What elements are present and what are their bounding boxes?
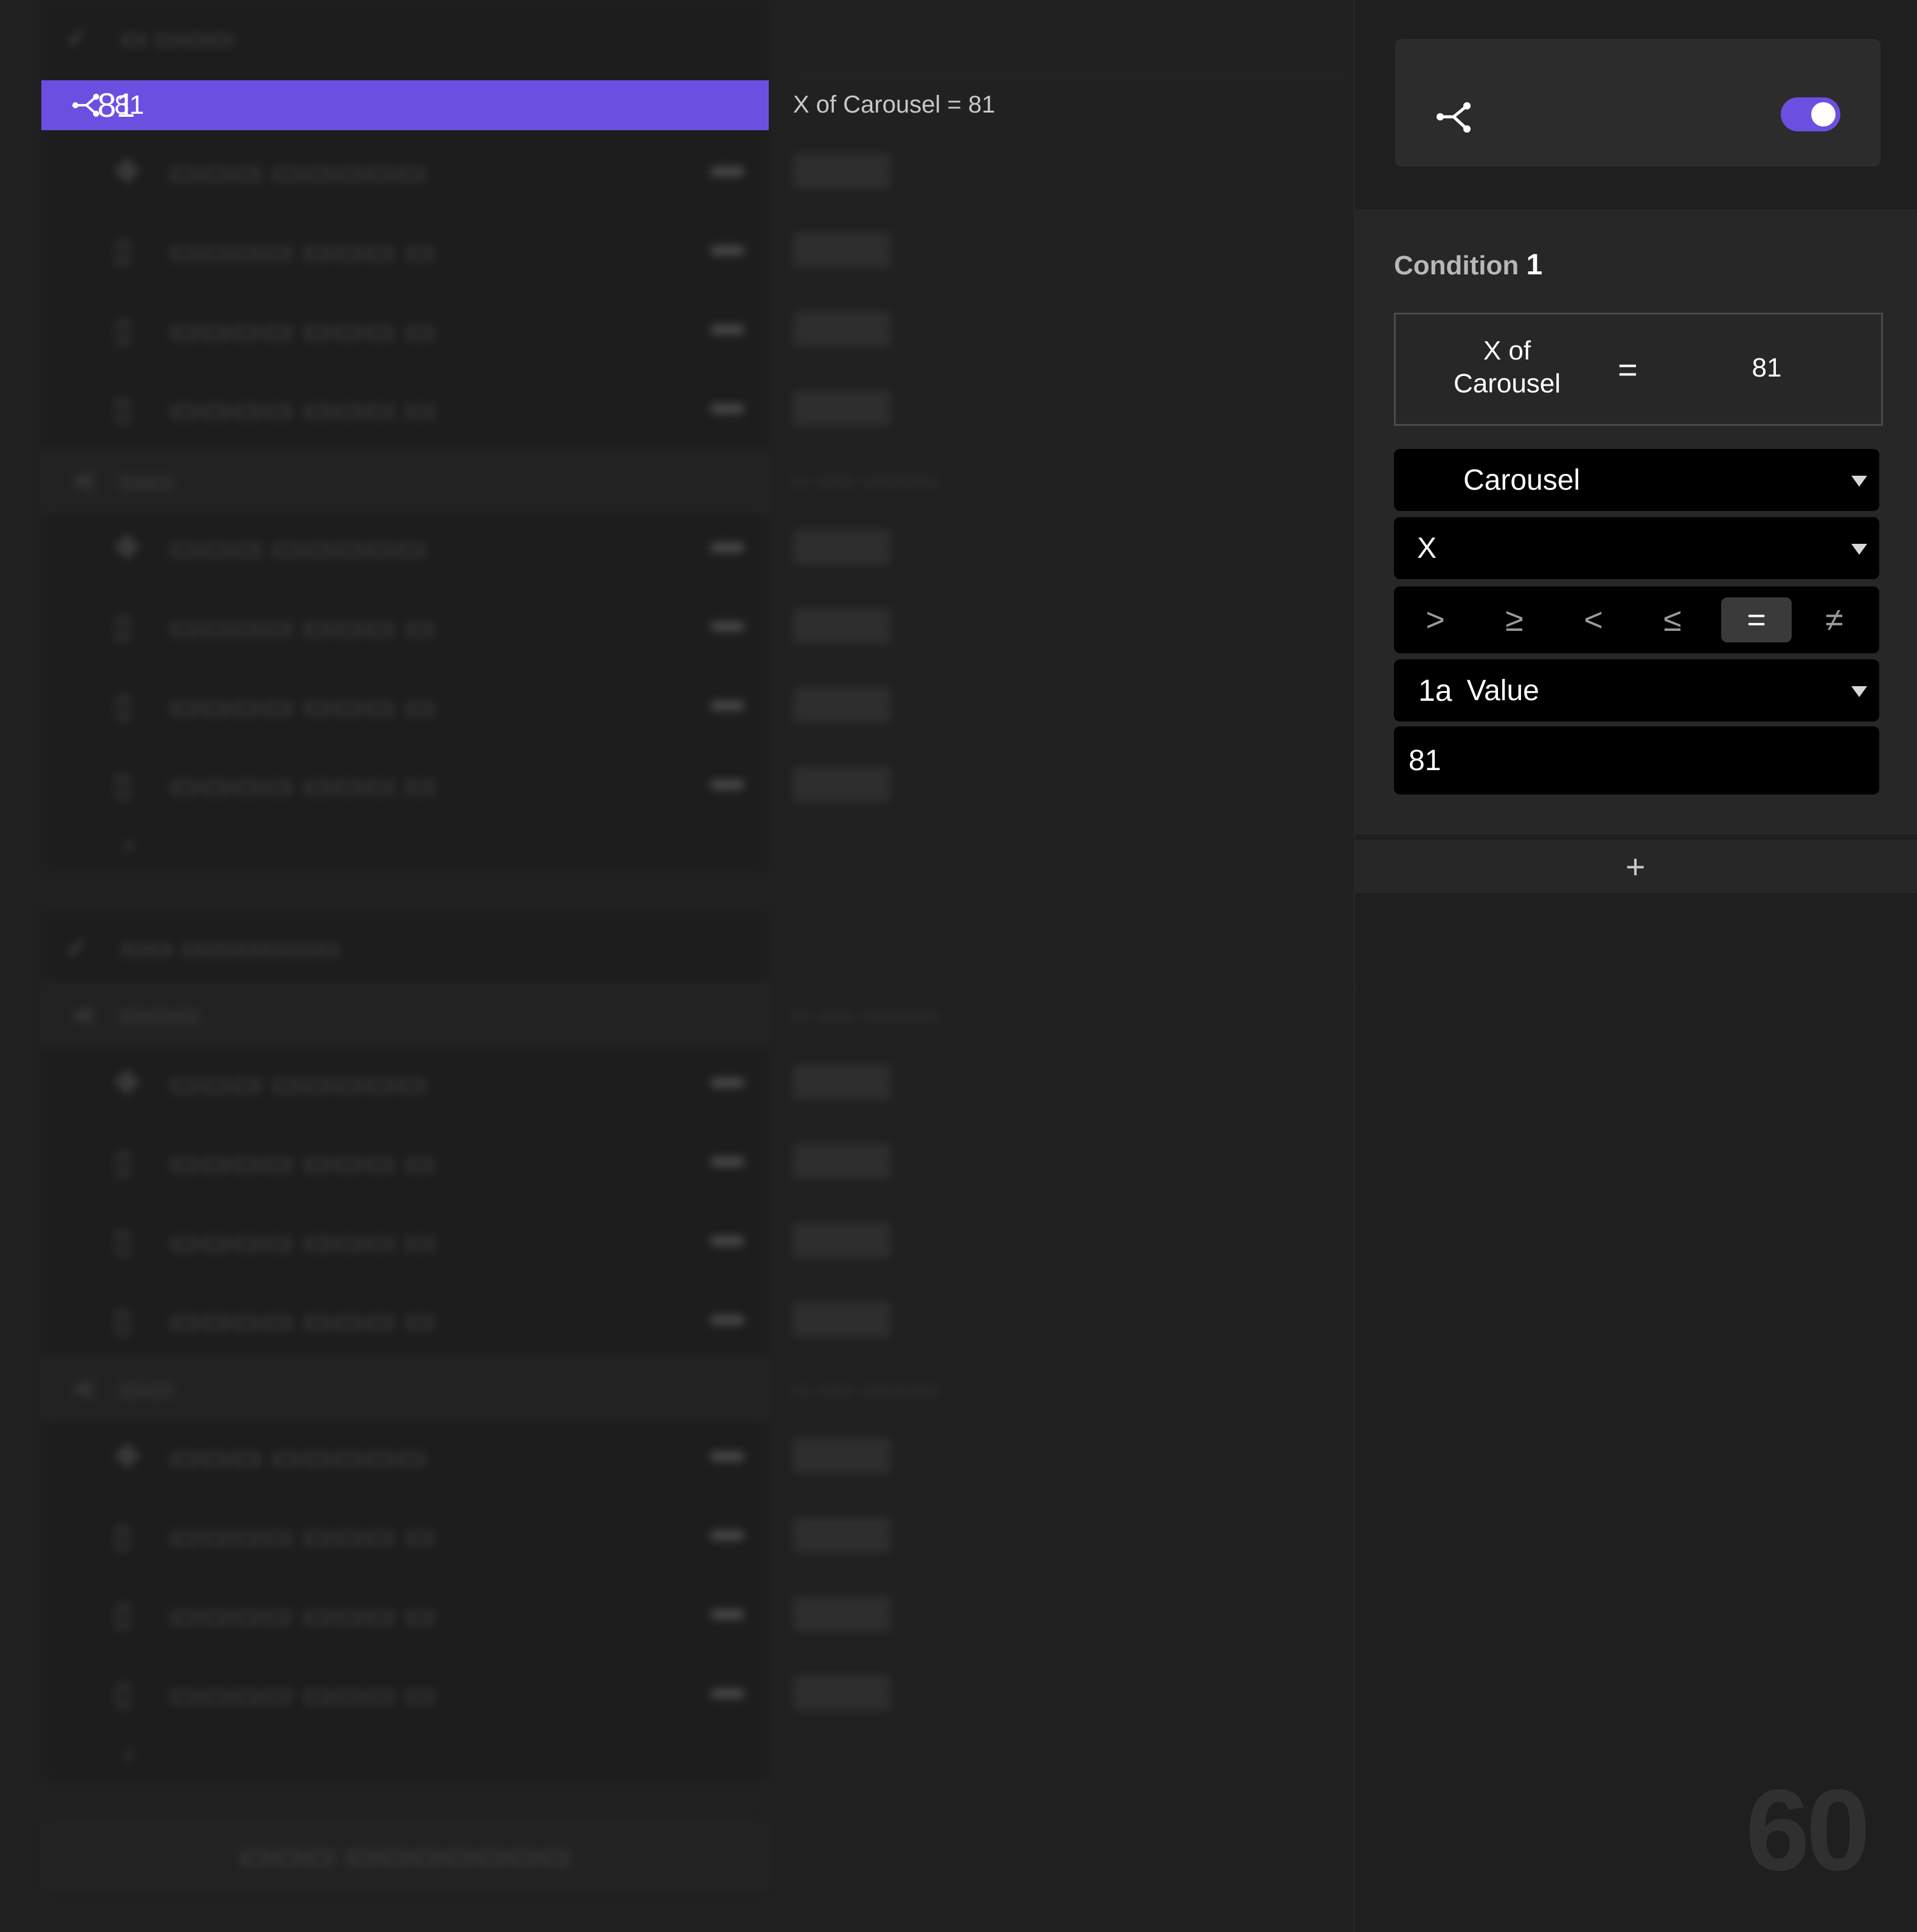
timeline-panel: ✓ ▭ ▭▭▭ · · · · · · ✥ ▭▭▭ ▭▭▭▭▭ ▯ ▭▭▭▭ ▭▭▭ ▭ ▯ ▭▭…	[0, 0, 1354, 1932]
timeline-ticks: · · · · · ·	[788, 940, 1281, 961]
action-bar	[793, 1596, 890, 1631]
timeline-ticks: · · · · · ·	[788, 30, 1281, 50]
action-bar	[793, 391, 890, 426]
action-row: ▯ ▭▭▭▭ ▭▭▭ ▭	[41, 1578, 769, 1651]
target-layer-label: Carousel	[1463, 464, 1581, 496]
action-row: ▯ ▭▭▭▭ ▭▭▭ ▭	[41, 1284, 769, 1357]
action-row: ▯ ▭▭▭▭ ▭▭▭ ▭	[41, 1125, 769, 1198]
action-bar	[793, 153, 890, 189]
chevron-down-icon	[1851, 544, 1867, 555]
action-bar	[793, 1438, 890, 1473]
target-layer-select[interactable]: Carousel	[1394, 449, 1879, 511]
action-row: ✥ ▭▭▭ ▭▭▭▭▭	[41, 1420, 769, 1493]
action-bar	[793, 529, 890, 565]
action-row: ▯ ▭▭▭▭ ▭▭▭ ▭	[41, 1204, 769, 1277]
action-row: ▯ ▭▭▭▭ ▭▭▭ ▭	[41, 372, 769, 445]
action-row: ▯ ▭▭▭▭ ▭▭▭ ▭	[41, 214, 769, 287]
operator-equals[interactable]: =	[1721, 597, 1792, 642]
timeline-ruler	[788, 981, 1354, 984]
action-row: ▯ ▭▭▭▭ ▭▭▭ ▭	[41, 590, 769, 663]
fps-counter: 60	[1745, 1766, 1870, 1895]
action-bar	[793, 1302, 890, 1337]
operator-not-equal[interactable]: ≠	[1799, 597, 1870, 642]
value-input-text: 81	[1409, 744, 1441, 777]
chevron-down-icon	[1851, 476, 1867, 487]
operator-greater-than[interactable]: >	[1400, 597, 1471, 642]
selected-row-condition-text: X of Carousel = 81	[793, 91, 996, 118]
plus-icon: +	[122, 1742, 136, 1769]
condition-title: Condition 1	[1394, 249, 1543, 281]
operator-less-or-equal[interactable]: ≤	[1637, 597, 1708, 642]
action-bar	[793, 1223, 890, 1258]
action-row: ✥ ▭▭▭ ▭▭▭▭▭	[41, 135, 769, 208]
plus-icon: +	[122, 833, 136, 860]
condition-summary-right: 81	[1752, 353, 1782, 383]
condition-group-header: ⋖ ▭▭	[41, 448, 769, 513]
action-bar	[793, 311, 890, 347]
property-label: X	[1417, 532, 1437, 565]
plus-icon: +	[1625, 847, 1646, 886]
action-bar	[793, 608, 890, 644]
value-input[interactable]: 81	[1394, 726, 1879, 794]
selected-condition-row[interactable]: 81	[41, 80, 769, 130]
action-row: ▯ ▭▭▭▭ ▭▭▭ ▭	[41, 293, 769, 366]
value-type-icon: 1a	[1418, 673, 1452, 707]
add-trigger-button: ▭▭▭ ▭▭▭▭▭▭▭	[41, 1819, 769, 1892]
enable-toggle[interactable]	[1781, 97, 1840, 131]
condition-summary-left: X of Carousel	[1453, 336, 1561, 398]
trigger-header-2: ✓ ▭▭ ▭▭▭▭▭▭	[66, 932, 340, 964]
value-type-label: Value	[1466, 674, 1539, 707]
add-condition-button[interactable]: +	[1354, 838, 1917, 893]
condition-text: ▭ ▭▭ ▭▭▭▭	[791, 1004, 939, 1027]
property-select[interactable]: X	[1394, 517, 1879, 579]
action-row: ▯ ▭▭▭▭ ▭▭▭ ▭	[41, 1657, 769, 1730]
condition-group-header: ⋖ ▭▭	[41, 1355, 769, 1421]
condition-text: ▭ ▭▭ ▭▭▭▭	[791, 1378, 939, 1401]
action-row: ✥ ▭▭▭ ▭▭▭▭▭	[41, 1046, 769, 1119]
inspector-title: 81	[97, 86, 136, 124]
branch-icon	[72, 94, 99, 117]
timeline-ruler	[788, 73, 1354, 76]
action-row: ▯ ▭▭▭▭ ▭▭▭ ▭	[41, 748, 769, 821]
condition-summary-operator: =	[1618, 350, 1638, 389]
action-bar	[793, 1065, 890, 1100]
action-row: ✥ ▭▭▭ ▭▭▭▭▭	[41, 511, 769, 584]
action-bar	[793, 766, 890, 802]
condition-text: ▭ ▭▭ ▭▭▭▭	[791, 469, 939, 492]
value-type-select[interactable]: 1a Value	[1394, 659, 1879, 721]
operator-segmented-control: > ≥ < ≤ = ≠	[1394, 586, 1879, 653]
toggle-knob	[1811, 102, 1836, 127]
action-bar	[793, 1517, 890, 1552]
action-bar	[793, 1675, 890, 1711]
condition-group-header: ⋖ ▭▭▭	[41, 982, 769, 1048]
chevron-down-icon	[1851, 686, 1867, 697]
action-row: ▯ ▭▭▭▭ ▭▭▭ ▭	[41, 669, 769, 742]
branch-icon	[1437, 102, 1471, 133]
action-bar	[793, 232, 890, 268]
operator-less-than[interactable]: <	[1558, 597, 1629, 642]
action-row: ▯ ▭▭▭▭ ▭▭▭ ▭	[41, 1499, 769, 1572]
operator-greater-or-equal[interactable]: ≥	[1479, 597, 1550, 642]
trigger-header-1: ✓ ▭ ▭▭▭	[66, 22, 234, 54]
action-bar	[793, 687, 890, 723]
action-bar	[793, 1144, 890, 1179]
